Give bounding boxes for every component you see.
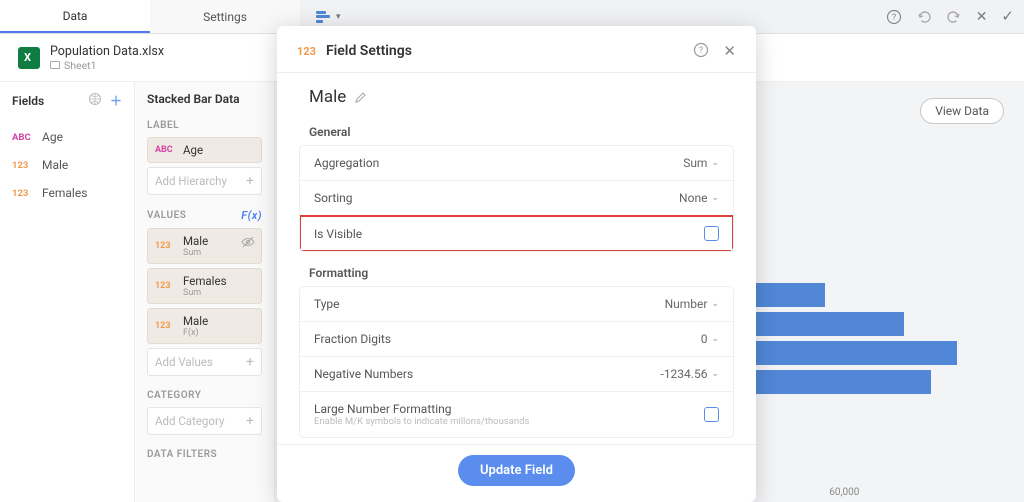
field-item-females[interactable]: 123 Females [12,179,122,207]
number-type-icon: 123 [155,321,177,331]
plus-icon: + [246,413,254,429]
edit-name-icon[interactable] [354,91,367,104]
general-group-title: General [309,125,724,139]
value-chip-male-fx[interactable]: 123 Male F(x) [147,308,262,344]
negative-numbers-row[interactable]: Negative Numbers -1234.56⌄ [300,357,733,392]
plus-icon: + [246,354,254,370]
chevron-down-icon: ⌄ [711,369,719,379]
svg-text:?: ? [892,13,896,23]
value-chip-male-sum[interactable]: 123 Male Sum [147,228,262,264]
close-icon[interactable]: ✕ [723,42,736,60]
chip-label: Females [183,274,227,288]
fx-button[interactable]: F(x) [241,209,262,222]
chevron-down-icon: ⌄ [711,158,719,168]
field-settings-modal: 123 Field Settings ? ✕ Male General Aggr… [277,26,756,502]
text-type-icon: ABC [155,145,177,155]
undo-icon[interactable] [916,9,932,25]
add-category-button[interactable]: Add Category+ [147,407,262,435]
bar-chart-icon [316,11,332,23]
prop-sublabel: Enable M/K symbols to indicate millons/t… [314,416,529,427]
close-icon[interactable]: ✕ [976,10,988,24]
sheet-icon [50,61,60,69]
add-field-icon[interactable]: ＋ [110,92,122,109]
chip-label: Male [183,234,208,248]
help-icon[interactable]: ? [886,9,902,25]
formatting-group-title: Formatting [309,266,724,280]
number-type-icon: 123 [12,160,34,171]
text-type-icon: ABC [12,132,34,143]
number-type-icon: 123 [297,45,316,58]
globe-icon[interactable] [88,92,102,109]
visibility-off-icon[interactable] [241,235,255,249]
values-section-header: VALUES F(x) [147,209,262,222]
chevron-down-icon: ⌄ [711,334,719,344]
help-icon[interactable]: ? [693,42,709,60]
prop-label: Sorting [314,191,353,205]
fraction-digits-row[interactable]: Fraction Digits 0⌄ [300,322,733,357]
prop-label: Negative Numbers [314,367,413,381]
prop-label: Fraction Digits [314,332,391,346]
redo-icon[interactable] [946,9,962,25]
large-number-row[interactable]: Large Number Formatting Enable M/K symbo… [300,392,733,437]
chip-sub: Sum [183,288,227,298]
value-chip-females-sum[interactable]: 123 Females Sum [147,268,262,304]
sheet-name: Sheet1 [50,59,164,72]
chart-type-dropdown[interactable]: ▾ [310,7,347,27]
add-hierarchy-button[interactable]: Add Hierarchy+ [147,167,262,195]
config-title: Stacked Bar Data [147,92,262,106]
excel-file-icon [18,47,40,69]
field-label: Females [42,186,87,200]
file-name: Population Data.xlsx [50,44,164,59]
field-label: Male [42,158,68,172]
chevron-down-icon: ▾ [336,12,341,22]
label-section-header: LABEL [147,120,262,131]
prop-label: Type [314,297,340,311]
add-values-button[interactable]: Add Values+ [147,348,262,376]
chip-label: Male [183,314,208,328]
label-chip-age[interactable]: ABC Age [147,137,262,163]
view-data-button[interactable]: View Data [920,98,1004,124]
is-visible-checkbox[interactable] [704,226,719,241]
apply-icon[interactable]: ✓ [1001,9,1014,24]
plus-icon: + [246,173,254,189]
update-field-button[interactable]: Update Field [458,455,575,486]
prop-label: Is Visible [314,227,362,241]
number-type-icon: 123 [12,188,34,199]
chevron-down-icon: ⌄ [711,299,719,309]
prop-label: Aggregation [314,156,379,170]
chip-sub: Sum [183,248,208,258]
number-type-icon: 123 [155,281,177,291]
chip-label: Age [183,143,203,157]
field-item-male[interactable]: 123 Male [12,151,122,179]
tab-data[interactable]: Data [0,0,150,33]
sorting-row[interactable]: Sorting None⌄ [300,181,733,216]
number-type-icon: 123 [155,241,177,251]
fields-title: Fields [12,94,44,108]
field-item-age[interactable]: ABC Age [12,123,122,151]
large-number-checkbox[interactable] [704,407,719,422]
svg-text:?: ? [699,46,703,56]
is-visible-row[interactable]: Is Visible [300,216,733,251]
chip-sub: F(x) [183,328,208,338]
type-row[interactable]: Type Number⌄ [300,287,733,322]
prop-label: Large Number Formatting [314,402,529,416]
chevron-down-icon: ⌄ [711,193,719,203]
category-section-header: CATEGORY [147,390,262,401]
field-label: Age [42,130,63,144]
aggregation-row[interactable]: Aggregation Sum⌄ [300,146,733,181]
field-name: Male [309,87,346,107]
xaxis-tick: 60,000 [829,487,984,498]
modal-title: Field Settings [326,43,683,59]
data-filters-section-header: DATA FILTERS [147,449,262,460]
